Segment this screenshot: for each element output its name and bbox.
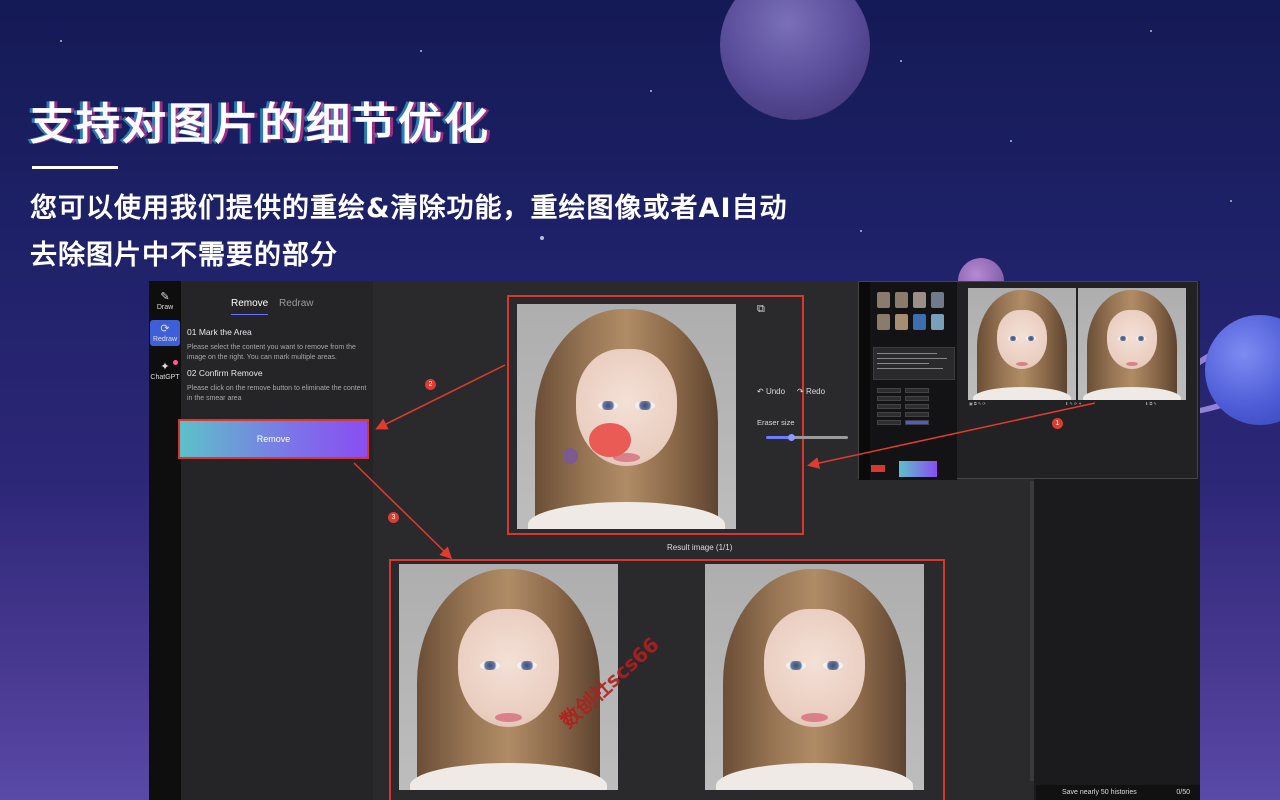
tab-redraw[interactable]: Redraw	[279, 298, 313, 314]
mini-result-1	[968, 288, 1076, 400]
step-badge-3: 3	[388, 512, 399, 523]
notification-dot	[173, 360, 178, 365]
hero-title: 支持对图片的细节优化	[30, 99, 490, 150]
mini-result-2	[1078, 288, 1186, 400]
remove-button[interactable]: Remove	[178, 419, 369, 459]
star	[650, 90, 652, 92]
rail-item-chatgpt[interactable]: ✦ ChatGPT	[149, 360, 181, 388]
star	[1150, 30, 1152, 32]
mini-sidebar	[859, 282, 957, 480]
mini-action-icons: ⬇ ✎ ⟳ ✦	[1065, 401, 1082, 406]
history-status-bar: Save nearly 50 histories 0/50	[1036, 785, 1200, 800]
rail-item-redraw[interactable]: ⟳ Redraw	[150, 320, 180, 346]
mini-action-icons: ⬇ ⧉ ✎	[1145, 401, 1157, 406]
step2-description: Please click on the remove button to eli…	[187, 385, 367, 402]
tab-bar: Remove Redraw	[231, 298, 322, 315]
tab-remove[interactable]: Remove	[231, 298, 269, 315]
undo-button[interactable]: ↶ Undo	[757, 387, 785, 396]
copy-icon[interactable]: ⧉	[757, 303, 765, 316]
step1-description: Please select the content you want to re…	[187, 344, 356, 361]
brush-icon: ✎	[160, 291, 170, 303]
step-badge-2: 2	[425, 379, 436, 390]
mini-prompt-box	[873, 347, 955, 380]
history-status-text: Save nearly 50 histories	[1062, 789, 1137, 796]
rail-item-label: ChatGPT	[150, 374, 180, 381]
redo-icon: ↷	[797, 387, 806, 396]
star	[60, 40, 62, 42]
highlight-box-source	[507, 295, 804, 535]
tool-panel: Remove Redraw 01 Mark the Area Please se…	[178, 281, 373, 800]
highlight-box-results	[389, 559, 945, 800]
star	[420, 50, 422, 52]
rail-item-label: Draw	[156, 304, 174, 311]
star	[900, 60, 902, 62]
rail-item-label: Redraw	[152, 336, 178, 343]
hero-subtitle-line2: 去除图片中不需要的部分	[30, 240, 338, 271]
star	[1010, 140, 1012, 142]
eraser-size-slider[interactable]	[766, 436, 848, 439]
undo-icon: ↶	[757, 387, 766, 396]
nav-rail: ✎ Draw ⟳ Redraw ✦ ChatGPT	[149, 281, 181, 800]
eraser-size-label: Eraser size	[757, 418, 795, 427]
planet-decoration	[720, 0, 870, 120]
step-badge-1: 1	[1052, 418, 1063, 429]
hero-subtitle-line1: 您可以使用我们提供的重绘&清除功能，重绘图像或者AI自动	[30, 193, 788, 224]
star	[1230, 200, 1232, 202]
result-caption: Result image (1/1)	[667, 543, 733, 552]
refresh-icon: ⟳	[160, 323, 170, 335]
star	[540, 236, 544, 240]
redo-button[interactable]: ↷ Redo	[797, 387, 825, 396]
history-count: 0/50	[1176, 789, 1190, 796]
step2-title: 02 Confirm Remove	[187, 368, 263, 378]
slider-thumb[interactable]	[787, 434, 795, 441]
reference-screenshot: ▣ ⧉ ✎ ⟳ ⬇ ✎ ⟳ ✦ ⬇ ⧉ ✎	[858, 281, 1198, 480]
rail-item-draw[interactable]: ✎ Draw	[149, 290, 181, 316]
mini-generate-button	[899, 461, 937, 477]
title-underline	[32, 166, 118, 169]
mini-action-icons: ▣ ⧉ ✎ ⟳	[969, 401, 986, 406]
step1-title: 01 Mark the Area	[187, 327, 252, 337]
star	[860, 230, 862, 232]
mini-reset-button	[871, 465, 885, 472]
